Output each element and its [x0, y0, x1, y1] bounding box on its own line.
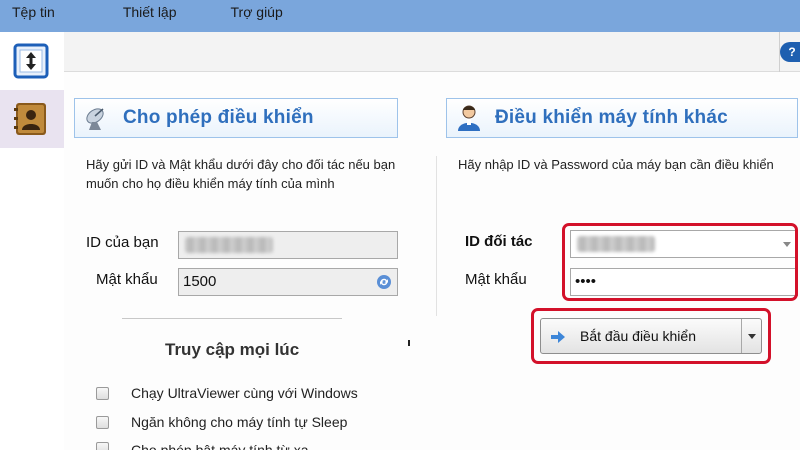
text-cursor-mark: [408, 340, 410, 346]
nav-contacts[interactable]: [0, 90, 64, 148]
contact-book-icon: [14, 103, 46, 135]
menu-settings[interactable]: Thiết lập: [113, 0, 187, 24]
option-remote-wake[interactable]: Cho phép bật máy tính từ xa: [96, 442, 308, 450]
option-label: Chạy UltraViewer cùng với Windows: [131, 385, 358, 401]
user-icon: [458, 105, 480, 131]
allow-control-title: Cho phép điều khiển: [123, 107, 314, 128]
your-id-value-blurred: [185, 237, 273, 253]
checkbox[interactable]: [96, 386, 109, 400]
your-id-label: ID của bạn: [86, 234, 159, 251]
panel-separator: [436, 156, 437, 316]
remote-control-title: Điều khiển máy tính khác: [495, 107, 728, 128]
allow-control-description: Hãy gửi ID và Mật khẩu dưới đây cho đối …: [86, 157, 396, 191]
main-content: Cho phép điều khiển Điều khiển máy tính …: [64, 72, 800, 450]
remote-control-header: Điều khiển máy tính khác: [446, 98, 798, 138]
menu-bar: Tệp tin Thiết lập Trợ giúp: [0, 0, 800, 32]
help-icon[interactable]: ?: [780, 42, 800, 62]
remote-control-description: Hãy nhập ID và Password của máy bạn cần …: [458, 157, 774, 172]
your-id-field[interactable]: [178, 231, 398, 259]
satellite-dish-icon: [86, 108, 104, 130]
option-label: Cho phép bật máy tính từ xa: [131, 442, 309, 450]
menu-help[interactable]: Trợ giúp: [221, 0, 293, 24]
transfer-arrows-icon: [13, 43, 49, 79]
refresh-icon[interactable]: [377, 275, 391, 289]
password-value: 1500: [183, 273, 217, 290]
highlight-partner-fields: [562, 223, 798, 301]
partner-password-label: Mật khẩu: [465, 271, 527, 288]
left-icon-bar: [0, 32, 64, 450]
access-anytime-title: Truy cập mọi lúc: [165, 340, 300, 359]
toolbar: ?: [64, 32, 800, 72]
checkbox[interactable]: [96, 442, 109, 450]
partner-id-label: ID đối tác: [465, 233, 533, 250]
option-prevent-sleep[interactable]: Ngăn không cho máy tính tự Sleep: [96, 414, 347, 430]
password-field[interactable]: 1500: [178, 268, 398, 296]
access-separator: [122, 318, 342, 319]
menu-file[interactable]: Tệp tin: [0, 0, 65, 24]
highlight-start-button: [531, 308, 771, 364]
nav-remote-control[interactable]: [0, 32, 64, 90]
checkbox[interactable]: [96, 415, 109, 429]
option-label: Ngăn không cho máy tính tự Sleep: [131, 414, 348, 430]
option-run-with-windows[interactable]: Chạy UltraViewer cùng với Windows: [96, 385, 358, 401]
allow-control-header: Cho phép điều khiển: [74, 98, 398, 138]
password-label: Mật khẩu: [96, 271, 158, 288]
